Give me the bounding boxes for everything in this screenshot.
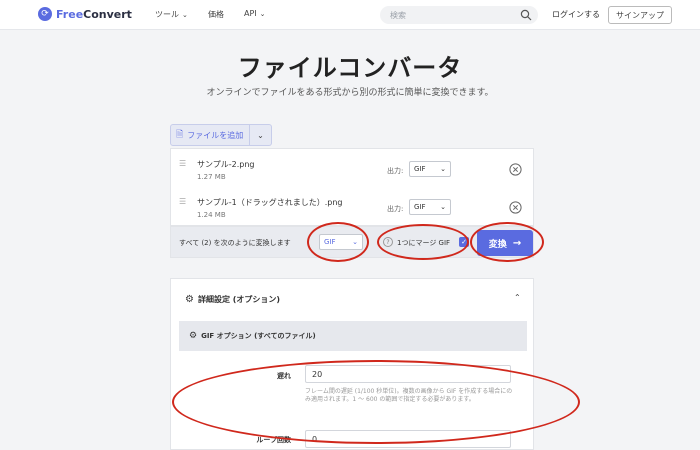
search-box[interactable]: 検索	[380, 6, 538, 24]
search-icon[interactable]	[520, 9, 532, 21]
gear-icon: ⚙	[189, 331, 198, 341]
file-list: ☰ サンプル-2.png 1.27 MB 出力: GIF ⌄ ☰ サンプル-1（…	[170, 148, 534, 226]
help-icon[interactable]: ?	[383, 237, 393, 247]
chevron-down-icon: ⌄	[259, 9, 266, 18]
advanced-settings-title: 詳細設定 (オプション)	[197, 295, 281, 304]
add-file-control: 🗎 ファイルを追加 ⌄	[170, 124, 272, 146]
file-row: ☰ サンプル-1（ドラッグされました）.png 1.24 MB 出力: GIF …	[171, 189, 535, 227]
advanced-settings-header[interactable]: ⚙ 詳細設定 (オプション)	[185, 294, 280, 305]
page-title: ファイルコンバータ	[237, 54, 463, 82]
nav-price[interactable]: 価格	[208, 9, 224, 20]
file-size: 1.27 MB	[197, 173, 226, 181]
arrow-right-icon: →	[512, 237, 522, 249]
gif-options-title: GIF オプション (すべてのファイル)	[201, 332, 316, 340]
page-subtitle: オンラインでファイルをある形式から別の形式に簡単に変換できます。	[206, 88, 494, 98]
gif-options-section: ⚙ GIF オプション (すべてのファイル)	[179, 321, 527, 351]
signup-button[interactable]: サインアップ	[608, 6, 672, 24]
output-format-select[interactable]: GIF ⌄	[409, 199, 451, 215]
drag-handle-icon[interactable]: ☰	[179, 159, 186, 168]
top-header: ⟳ FreeConvert ツール ⌄ 価格 API ⌄ 検索 ログインする サ…	[0, 0, 700, 30]
logo-text-free: Free	[56, 7, 84, 21]
add-file-dropdown[interactable]: ⌄	[250, 124, 272, 146]
chevron-down-icon: ⌄	[352, 238, 358, 246]
chevron-down-icon: ⌄	[257, 130, 264, 140]
logo-text-convert: Convert	[83, 7, 132, 21]
chevron-down-icon: ⌄	[440, 165, 446, 173]
nav-api-label: API	[244, 9, 257, 18]
convert-bar: すべて (2) を次のように変換します GIF ⌄ ? 1つにマージ GIF ✓…	[170, 226, 534, 258]
chevron-up-icon[interactable]: ⌃	[514, 293, 521, 302]
logo-text: FreeConvert	[56, 8, 132, 21]
signup-wrapper: サインアップ	[580, 6, 692, 24]
nav-tools-label: ツール	[155, 10, 179, 19]
page: ⟳ FreeConvert ツール ⌄ 価格 API ⌄ 検索 ログインする サ…	[0, 0, 700, 450]
delay-label: 遅れ	[277, 372, 291, 380]
delay-help-text: フレーム間の遅延 (1/100 秒単位)。複数の画像から GIF を作成する場合…	[305, 388, 513, 403]
convert-all-label: すべて (2) を次のように変換します	[179, 239, 291, 247]
logo[interactable]: ⟳ FreeConvert	[38, 7, 132, 21]
close-circle-icon[interactable]	[509, 163, 522, 176]
convert-button-label: 変換	[488, 239, 507, 250]
convert-button[interactable]: 変換 →	[477, 230, 533, 256]
search-input[interactable]: 検索	[390, 10, 406, 21]
logo-icon: ⟳	[38, 7, 52, 21]
delay-input[interactable]: 20	[305, 365, 511, 383]
chevron-down-icon: ⌄	[182, 10, 188, 19]
output-label: 出力:	[387, 205, 404, 213]
output-format-select[interactable]: GIF ⌄	[409, 161, 451, 177]
convert-all-format-value: GIF	[324, 238, 336, 246]
merge-label: 1つにマージ GIF	[397, 239, 451, 247]
nav-tools[interactable]: ツール ⌄	[155, 9, 188, 20]
file-row: ☰ サンプル-2.png 1.27 MB 出力: GIF ⌄	[171, 151, 535, 189]
output-label: 出力:	[387, 167, 404, 175]
add-file-button[interactable]: 🗎 ファイルを追加	[170, 124, 250, 146]
loop-count-input[interactable]: 0	[305, 430, 511, 448]
gif-options-header: ⚙ GIF オプション (すべてのファイル)	[189, 331, 316, 341]
close-circle-icon[interactable]	[509, 201, 522, 214]
nav-api[interactable]: API ⌄	[244, 9, 266, 18]
drag-handle-icon[interactable]: ☰	[179, 197, 186, 206]
output-format-value: GIF	[414, 165, 426, 173]
output-format-value: GIF	[414, 203, 426, 211]
nav-price-label: 価格	[208, 10, 224, 19]
file-add-icon: 🗎	[176, 130, 184, 140]
chevron-down-icon: ⌄	[440, 203, 446, 211]
advanced-settings-panel: ⚙ 詳細設定 (オプション) ⌃ ⚙ GIF オプション (すべてのファイル) …	[170, 278, 534, 450]
loop-count-label: ループ回数	[256, 436, 291, 444]
add-file-label: ファイルを追加	[187, 130, 244, 140]
convert-all-format-select[interactable]: GIF ⌄	[319, 234, 363, 250]
gear-icon: ⚙	[185, 294, 194, 305]
file-size: 1.24 MB	[197, 211, 226, 219]
merge-checkbox[interactable]: ✓	[459, 237, 469, 247]
file-name: サンプル-1（ドラッグされました）.png	[197, 198, 343, 207]
file-name: サンプル-2.png	[197, 160, 255, 169]
